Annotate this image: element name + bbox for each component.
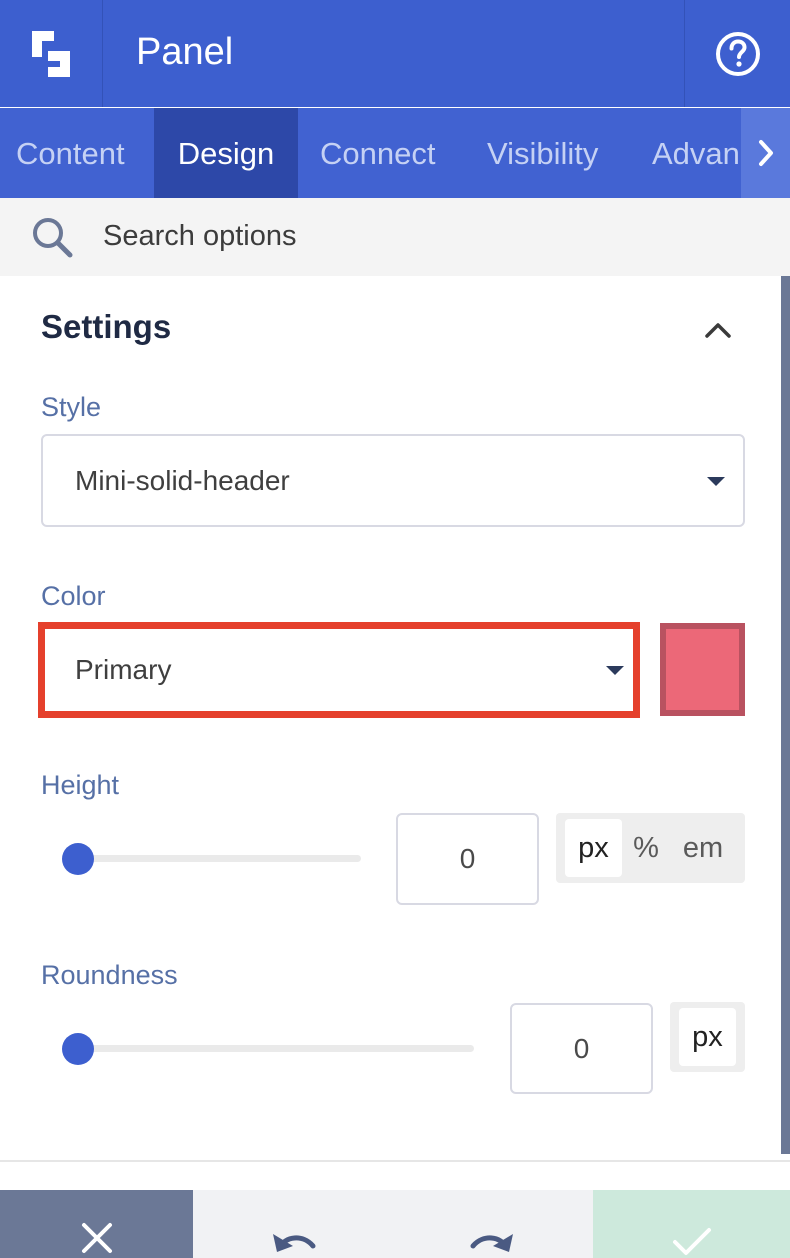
scrollbar[interactable] bbox=[781, 276, 790, 1154]
height-unit-selector: px % em bbox=[556, 813, 745, 883]
builder-logo-icon bbox=[32, 30, 70, 77]
undo-icon bbox=[273, 1234, 316, 1252]
search-input[interactable] bbox=[103, 214, 743, 258]
tab-advanced[interactable]: Advanced bbox=[652, 108, 742, 198]
tab-design[interactable]: Design bbox=[154, 108, 298, 198]
roundness-slider-track[interactable] bbox=[64, 1045, 474, 1052]
footer-toolbar bbox=[0, 1190, 790, 1258]
style-select[interactable]: Mini-solid-header bbox=[41, 434, 745, 527]
section-title-settings: Settings bbox=[41, 308, 172, 345]
footer-divider bbox=[0, 1160, 790, 1162]
color-swatch-fill bbox=[666, 629, 739, 710]
redo-icon bbox=[470, 1234, 513, 1252]
unit-percent[interactable]: % bbox=[626, 819, 666, 877]
color-select-value: Primary bbox=[75, 654, 172, 685]
roundness-label: Roundness bbox=[41, 960, 178, 990]
tab-connect[interactable]: Connect bbox=[320, 108, 435, 198]
height-slider-handle[interactable] bbox=[62, 843, 94, 875]
redo-button[interactable] bbox=[393, 1190, 593, 1258]
panel-title: Panel bbox=[136, 31, 234, 73]
caret-down-icon bbox=[707, 476, 725, 486]
undo-button[interactable] bbox=[193, 1190, 393, 1258]
chevron-up-icon bbox=[705, 323, 731, 338]
close-button[interactable] bbox=[0, 1190, 193, 1258]
color-select[interactable]: Primary bbox=[38, 622, 640, 718]
panel-header: Panel bbox=[0, 0, 790, 107]
color-label: Color bbox=[41, 581, 106, 611]
help-circle-icon bbox=[715, 31, 760, 76]
unit-px[interactable]: px bbox=[679, 1008, 736, 1066]
height-label: Height bbox=[41, 770, 120, 800]
tab-content[interactable]: Content bbox=[0, 108, 154, 198]
tab-visibility[interactable]: Visibility bbox=[487, 108, 598, 198]
tabs-scroll-right-button[interactable] bbox=[741, 108, 790, 198]
roundness-input[interactable]: 0 bbox=[510, 1003, 653, 1094]
search-bar bbox=[0, 198, 790, 276]
caret-down-icon bbox=[606, 666, 624, 675]
style-label: Style bbox=[41, 392, 102, 422]
check-icon bbox=[672, 1228, 711, 1255]
tab-bar: Content Design Connect Visibility Advanc… bbox=[0, 108, 790, 198]
help-button[interactable] bbox=[684, 0, 790, 107]
unit-px[interactable]: px bbox=[565, 819, 622, 877]
close-icon bbox=[81, 1223, 112, 1253]
color-swatch[interactable] bbox=[660, 623, 745, 716]
confirm-button[interactable] bbox=[593, 1190, 790, 1258]
style-select-value: Mini-solid-header bbox=[75, 464, 290, 496]
height-input[interactable]: 0 bbox=[396, 813, 539, 905]
unit-em[interactable]: em bbox=[674, 819, 732, 877]
roundness-unit-selector: px bbox=[670, 1002, 745, 1072]
logo-button[interactable] bbox=[0, 0, 103, 107]
height-slider-track[interactable] bbox=[64, 855, 361, 862]
roundness-slider-handle[interactable] bbox=[62, 1033, 94, 1065]
collapse-section-button[interactable] bbox=[700, 312, 736, 348]
search-icon bbox=[33, 218, 73, 258]
chevron-right-icon bbox=[758, 140, 773, 166]
